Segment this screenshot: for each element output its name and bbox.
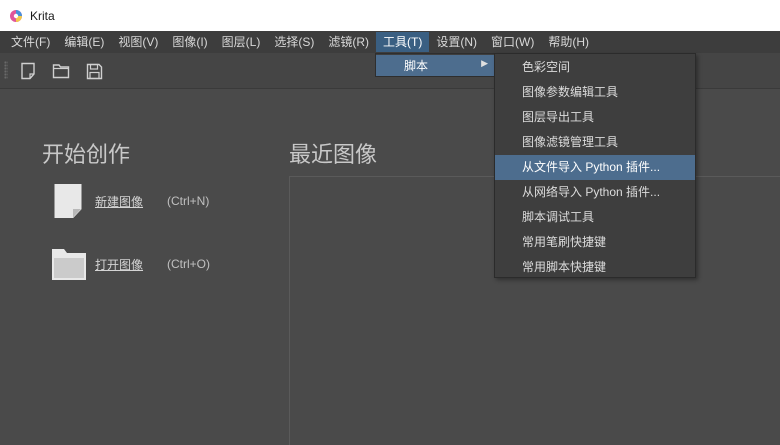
window-title: Krita: [30, 8, 55, 23]
menu-settings[interactable]: 设置(N): [429, 32, 484, 52]
submenu-arrow-icon: ▶: [481, 59, 488, 69]
krita-logo-icon: [10, 9, 22, 22]
new-image-link[interactable]: 新建图像: [95, 193, 143, 210]
new-image-shortcut: (Ctrl+N): [167, 194, 210, 208]
open-folder-large-icon: [52, 249, 86, 280]
menu-filter[interactable]: 滤镜(R): [321, 32, 376, 52]
menu-tools[interactable]: 工具(T): [376, 32, 430, 52]
tools-dropdown-menu: 脚本 ▶: [375, 53, 495, 77]
menu-item-script-shortcuts[interactable]: 常用脚本快捷键: [495, 255, 695, 280]
menu-image[interactable]: 图像(I): [165, 32, 214, 52]
menu-file[interactable]: 文件(F): [4, 32, 57, 52]
start-heading: 开始创作: [42, 143, 131, 168]
menu-item-image-param-editor[interactable]: 图像参数编辑工具: [495, 80, 695, 105]
menu-view[interactable]: 视图(V): [111, 32, 165, 52]
new-document-button[interactable]: [18, 61, 38, 81]
menu-item-filter-manager[interactable]: 图像滤镜管理工具: [495, 130, 695, 155]
menu-bar: 文件(F) 编辑(E) 视图(V) 图像(I) 图层(L) 选择(S) 滤镜(R…: [0, 31, 780, 53]
new-image-action[interactable]: 新建图像 (Ctrl+N): [53, 183, 209, 219]
open-image-action[interactable]: 打开图像 (Ctrl+O): [51, 246, 210, 282]
open-folder-icon: [52, 64, 70, 79]
menu-item-script-debugger[interactable]: 脚本调试工具: [495, 205, 695, 230]
menu-window[interactable]: 窗口(W): [484, 32, 541, 52]
menu-select[interactable]: 选择(S): [267, 32, 321, 52]
menu-item-layer-export[interactable]: 图层导出工具: [495, 105, 695, 130]
open-image-link[interactable]: 打开图像: [95, 256, 143, 273]
menu-item-color-space[interactable]: 色彩空间: [495, 55, 695, 80]
menu-item-scripts[interactable]: 脚本 ▶: [376, 55, 494, 76]
open-image-shortcut: (Ctrl+O): [167, 257, 211, 271]
title-bar: Krita: [0, 0, 780, 31]
open-document-button[interactable]: [51, 61, 71, 81]
new-image-icon: [54, 184, 82, 218]
menu-help[interactable]: 帮助(H): [541, 32, 596, 52]
save-disk-icon: [86, 63, 102, 79]
menu-layer[interactable]: 图层(L): [215, 32, 268, 52]
menu-item-import-plugin-file[interactable]: 从文件导入 Python 插件...: [495, 155, 695, 180]
new-document-icon: [21, 62, 35, 80]
menu-edit[interactable]: 编辑(E): [57, 32, 111, 52]
recent-heading: 最近图像: [289, 143, 378, 168]
menu-item-scripts-label: 脚本: [404, 59, 429, 73]
toolbar-grip-handle[interactable]: [4, 61, 8, 79]
menu-item-brush-shortcuts[interactable]: 常用笔刷快捷键: [495, 230, 695, 255]
scripts-submenu: 色彩空间 图像参数编辑工具 图层导出工具 图像滤镜管理工具 从文件导入 Pyth…: [494, 53, 696, 278]
menu-item-import-plugin-web[interactable]: 从网络导入 Python 插件...: [495, 180, 695, 205]
save-document-button[interactable]: [84, 61, 104, 81]
